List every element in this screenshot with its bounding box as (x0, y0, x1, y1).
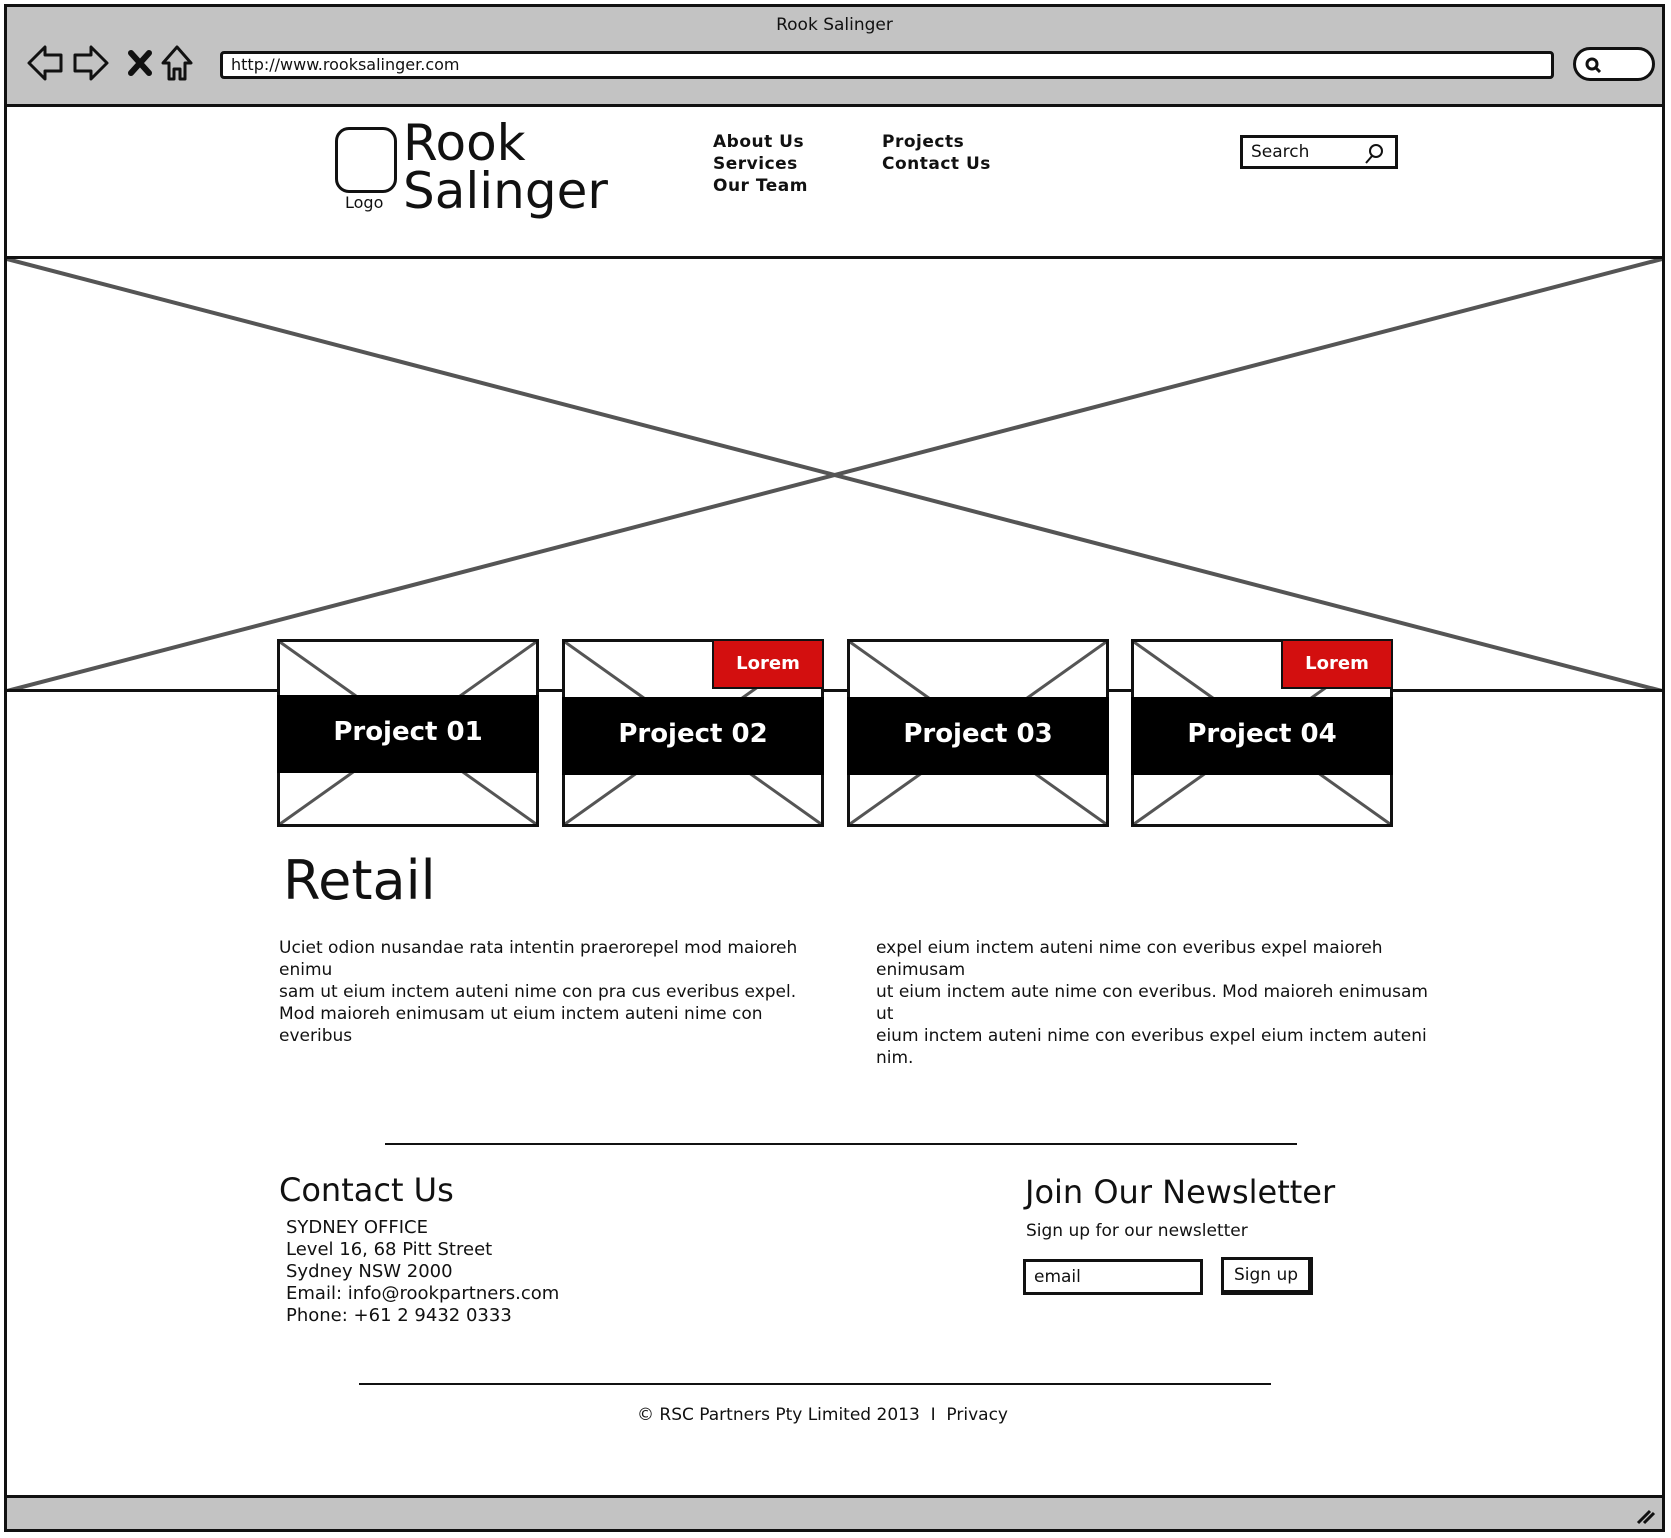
project-badge: Lorem (712, 639, 824, 689)
logo-label: Logo (345, 193, 384, 212)
nav-menu-column-1: About Us Services Our Team (713, 131, 808, 197)
newsletter-heading: Join Our Newsletter (1025, 1173, 1336, 1211)
site-search-placeholder: Search (1251, 142, 1310, 162)
browser-window: Rook Salinger http://www.rooksalinger.co… (4, 4, 1665, 1532)
footer-bar: © RSC Partners Pty Limited 2013 I Privac… (637, 1405, 1008, 1425)
contact-heading: Contact Us (279, 1171, 454, 1209)
project-card-4[interactable]: Project 04 Lorem (1131, 639, 1393, 827)
project-title: Project 01 (277, 695, 539, 773)
contact-office: SYDNEY OFFICE (286, 1217, 428, 1238)
nav-services[interactable]: Services (713, 153, 808, 175)
project-card-3[interactable]: Project 03 (847, 639, 1109, 827)
forward-arrow-icon[interactable] (71, 41, 111, 85)
search-icon[interactable] (1363, 142, 1387, 166)
section-heading: Retail (283, 849, 436, 912)
privacy-link[interactable]: Privacy (946, 1405, 1008, 1425)
brand-line-1: Rook (403, 114, 526, 172)
signup-button[interactable]: Sign up (1221, 1257, 1313, 1295)
logo-placeholder[interactable] (335, 127, 397, 193)
footer-bottom-rule (359, 1383, 1271, 1385)
site-search-input[interactable]: Search (1240, 135, 1398, 169)
body-line: expel eium inctem auteni nime con everib… (876, 938, 1383, 980)
browser-chrome: Rook Salinger http://www.rooksalinger.co… (7, 7, 1662, 107)
body-line: sam ut eium inctem auteni nime con pra c… (279, 982, 797, 1002)
resize-grip-icon[interactable] (1634, 1505, 1656, 1525)
home-icon[interactable] (157, 41, 197, 85)
body-line: Uciet odion nusandae rata intentin praer… (279, 938, 798, 980)
footer-top-rule (385, 1143, 1297, 1145)
contact-details: SYDNEY OFFICE Level 16, 68 Pitt Street S… (286, 1217, 559, 1327)
hero-image-placeholder (7, 259, 1662, 691)
project-card-1[interactable]: Project 01 (277, 639, 539, 827)
magnifier-icon (1585, 57, 1602, 74)
body-line: ut eium inctem aute nime con everibus. M… (876, 982, 1428, 1024)
brand-name[interactable]: Rook Salinger (403, 114, 608, 220)
contact-phone[interactable]: Phone: +61 2 9432 0333 (286, 1305, 559, 1327)
copyright-text: © RSC Partners Pty Limited 2013 (637, 1405, 920, 1425)
project-title: Project 02 (562, 697, 824, 775)
body-line: Mod maioreh enimusam ut eium inctem aute… (279, 1004, 763, 1046)
nav-contact-us[interactable]: Contact Us (882, 153, 991, 175)
newsletter-email-input[interactable]: email (1023, 1259, 1203, 1295)
nav-projects[interactable]: Projects (882, 131, 991, 153)
nav-about-us[interactable]: About Us (713, 131, 808, 153)
nav-our-team[interactable]: Our Team (713, 175, 808, 197)
window-title: Rook Salinger (776, 15, 893, 35)
project-title: Project 03 (847, 697, 1109, 775)
nav-menu-column-2: Projects Contact Us (882, 131, 991, 175)
footer-separator: I (930, 1405, 936, 1425)
project-title: Project 04 (1131, 697, 1393, 775)
address-bar[interactable]: http://www.rooksalinger.com (220, 51, 1554, 79)
project-badge: Lorem (1281, 639, 1393, 689)
contact-address: Level 16, 68 Pitt Street (286, 1239, 493, 1260)
browser-status-bar (7, 1495, 1662, 1529)
brand-line-2: Salinger (403, 162, 608, 220)
hero-divider (7, 689, 1662, 692)
contact-city: Sydney NSW 2000 (286, 1261, 453, 1282)
back-arrow-icon[interactable] (25, 41, 65, 85)
body-text-left: Uciet odion nusandae rata intentin praer… (279, 937, 839, 1047)
contact-email[interactable]: Email: info@rookpartners.com (286, 1283, 559, 1305)
newsletter-subtext: Sign up for our newsletter (1026, 1221, 1248, 1241)
body-line: eium inctem auteni nime con everibus exp… (876, 1026, 1427, 1068)
stop-icon[interactable] (121, 41, 161, 85)
project-card-2[interactable]: Project 02 Lorem (562, 639, 824, 827)
browser-search-field[interactable] (1573, 47, 1655, 81)
body-text-right: expel eium inctem auteni nime con everib… (876, 937, 1436, 1069)
